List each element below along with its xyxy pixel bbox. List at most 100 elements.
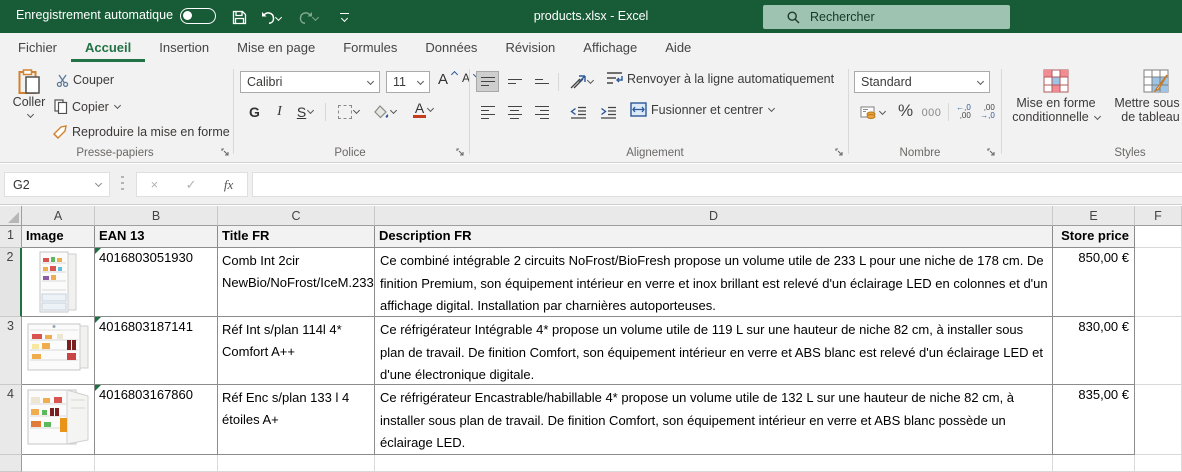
font-color-button[interactable]: A (406, 99, 440, 120)
accounting-format-button[interactable] (854, 102, 890, 123)
enter-button[interactable]: ✓ (186, 177, 197, 193)
empty-cell[interactable] (375, 455, 1053, 472)
header-cell-image[interactable]: Image (22, 226, 95, 248)
product-image-cell[interactable] (22, 248, 95, 317)
product-image (27, 323, 89, 371)
bold-button[interactable]: G (243, 101, 266, 122)
description-cell[interactable]: Ce réfrigérateur Intégrable 4* propose u… (375, 317, 1053, 385)
ean-cell[interactable]: 4016803187141 (95, 317, 218, 385)
cut-button[interactable]: Couper (56, 73, 114, 87)
format-painter-button[interactable]: Reproduire la mise en forme (52, 125, 230, 139)
empty-cell[interactable] (218, 455, 375, 472)
merge-center-button[interactable]: Fusionner et centrer (630, 102, 775, 117)
tab-mise-en-page[interactable]: Mise en page (223, 34, 329, 62)
align-center-button[interactable] (503, 102, 526, 123)
grow-font-button[interactable]: A (438, 70, 459, 88)
empty-cell[interactable] (1135, 226, 1182, 248)
description-cell[interactable]: Ce combiné intégrable 2 circuits NoFrost… (375, 248, 1053, 317)
title-cell[interactable]: Réf Enc s/plan 133 l 4 étoiles A+ (218, 385, 375, 455)
row-header-3[interactable]: 3 (0, 317, 22, 385)
empty-cell[interactable] (1053, 455, 1135, 472)
price-cell[interactable]: 830,00 € (1053, 317, 1135, 385)
title-cell[interactable]: Comb Int 2cir NewBio/NoFrost/IceM.233 (218, 248, 375, 317)
ean-cell[interactable]: 4016803051930 (95, 248, 218, 317)
format-as-table-button[interactable]: Mettre sous for de tableau (1106, 69, 1182, 124)
percent-button[interactable]: % (894, 100, 917, 121)
empty-cell[interactable] (22, 455, 95, 472)
italic-button[interactable]: I (268, 101, 291, 122)
fill-color-button[interactable] (368, 101, 402, 122)
empty-cell[interactable] (1135, 385, 1182, 455)
decrease-indent-button[interactable] (564, 102, 592, 123)
select-all-button[interactable] (0, 206, 22, 226)
number-dialog-launcher[interactable] (986, 147, 996, 157)
search-box[interactable]: Rechercher (763, 5, 1010, 29)
ean-cell[interactable]: 4016803167860 (95, 385, 218, 455)
align-right-button[interactable] (530, 102, 553, 123)
tab-revision[interactable]: Révision (491, 34, 569, 62)
align-bottom-icon (534, 78, 549, 85)
column-header-b[interactable]: B (95, 206, 218, 226)
column-header-d[interactable]: D (375, 206, 1053, 226)
copy-button[interactable]: Copier (54, 99, 121, 114)
tab-insertion[interactable]: Insertion (145, 34, 223, 62)
empty-cell[interactable] (1135, 455, 1182, 472)
increase-decimal-button[interactable]: ←,0,00 (952, 101, 975, 122)
tab-accueil[interactable]: Accueil (71, 34, 146, 62)
description-cell[interactable]: Ce réfrigérateur Encastrable/habillable … (375, 385, 1053, 455)
empty-cell[interactable] (1135, 248, 1182, 317)
align-left-button[interactable] (476, 102, 499, 123)
align-middle-button[interactable] (503, 71, 526, 92)
clipboard-group-label: Presse-papiers (76, 147, 154, 159)
tab-formules[interactable]: Formules (329, 34, 411, 62)
row-header-4[interactable]: 4 (0, 385, 22, 455)
title-cell[interactable]: Réf Int s/plan 114l 4* Comfort A++ (218, 317, 375, 385)
ribbon: Coller Couper Copier Reproduire la mise … (0, 63, 1182, 163)
conditional-formatting-button[interactable]: Mise en forme conditionnelle (1010, 69, 1102, 124)
increase-indent-button[interactable] (594, 102, 622, 123)
tab-donnees[interactable]: Données (411, 34, 491, 62)
empty-cell[interactable] (1135, 317, 1182, 385)
number-format-select[interactable]: Standard (854, 71, 990, 93)
bold-glyph: G (249, 103, 260, 120)
thousands-button[interactable]: 000 (920, 102, 943, 123)
column-header-c[interactable]: C (218, 206, 375, 226)
row-header-2[interactable]: 2 (0, 248, 22, 317)
borders-button[interactable] (332, 101, 364, 122)
wrap-text-button[interactable]: Renvoyer à la ligne automatiquement (606, 71, 834, 86)
formula-input[interactable] (252, 172, 1182, 197)
clipboard-dialog-launcher[interactable] (220, 147, 230, 157)
font-size-select[interactable]: 11 (386, 71, 430, 93)
header-cell-title[interactable]: Title FR (218, 226, 375, 248)
formula-bar-grip[interactable] (121, 176, 124, 194)
row-header-1[interactable]: 1 (0, 226, 22, 248)
align-dialog-launcher[interactable] (834, 147, 844, 157)
tab-fichier[interactable]: Fichier (4, 34, 71, 62)
empty-cell[interactable] (95, 455, 218, 472)
tab-aide[interactable]: Aide (651, 34, 705, 62)
header-cell-description[interactable]: Description FR (375, 226, 1053, 248)
decrease-decimal-button[interactable]: ,00 →,0 (976, 101, 999, 122)
row-header-5[interactable] (0, 455, 22, 472)
cancel-button[interactable]: × (151, 177, 159, 192)
product-image-cell[interactable] (22, 385, 95, 455)
align-bottom-button[interactable] (530, 71, 553, 92)
product-image-cell[interactable] (22, 317, 95, 385)
tab-affichage[interactable]: Affichage (569, 34, 651, 62)
header-cell-ean[interactable]: EAN 13 (95, 226, 218, 248)
column-header-e[interactable]: E (1053, 206, 1135, 226)
price-cell[interactable]: 835,00 € (1053, 385, 1135, 455)
small-separator (948, 103, 949, 121)
font-dialog-launcher[interactable] (455, 147, 465, 157)
font-name-select[interactable]: Calibri (240, 71, 380, 93)
header-cell-price[interactable]: Store price (1053, 226, 1135, 248)
underline-button[interactable]: S (290, 101, 320, 122)
align-top-button[interactable] (476, 71, 499, 92)
column-header-f[interactable]: F (1135, 206, 1182, 226)
name-box[interactable]: G2 (4, 172, 110, 197)
column-header-a[interactable]: A (22, 206, 95, 226)
orientation-button[interactable] (564, 71, 598, 92)
paste-button[interactable]: Coller (8, 69, 50, 119)
insert-function-button[interactable]: fx (224, 177, 233, 193)
price-cell[interactable]: 850,00 € (1053, 248, 1135, 317)
